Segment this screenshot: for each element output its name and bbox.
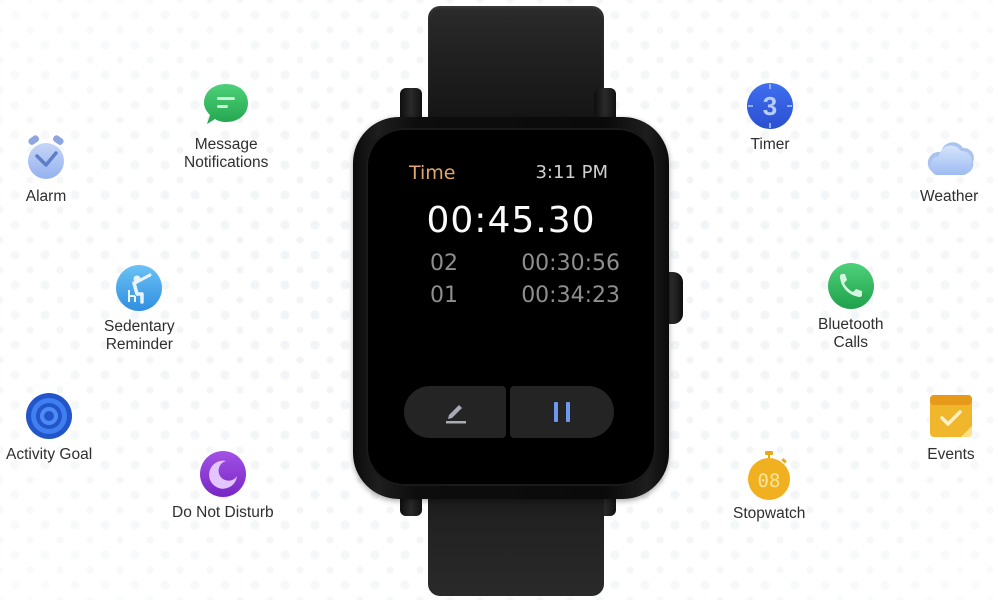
pause-button[interactable] bbox=[510, 386, 614, 438]
watch-screen: Time 3:11 PM 00:45.30 02 00:30:56 01 00:… bbox=[366, 128, 656, 486]
stopwatch-digits: 08 bbox=[758, 470, 781, 492]
feature-label: Timer bbox=[750, 136, 790, 153]
timer-icon: 3 bbox=[746, 82, 794, 130]
lap-row: 02 00:30:56 bbox=[430, 251, 620, 276]
lap-number: 02 bbox=[430, 251, 458, 276]
cloud-icon bbox=[925, 134, 975, 182]
stopwatch-time: 00:45.30 bbox=[426, 200, 596, 241]
lap-time: 00:34:23 bbox=[521, 283, 620, 308]
feature-label: Do Not Disturb bbox=[172, 504, 274, 521]
feature-label: Stopwatch bbox=[733, 505, 806, 522]
feature-label: Bluetooth Calls bbox=[818, 316, 884, 351]
message-bubble-icon bbox=[202, 82, 250, 130]
feature-sedentary-reminder: Sedentary Reminder bbox=[104, 264, 175, 354]
watch-strap-top bbox=[428, 6, 604, 121]
feature-label: Alarm bbox=[25, 188, 67, 205]
feature-stopwatch: 08 Stopwatch bbox=[733, 451, 805, 523]
status-clock: 3:11 PM bbox=[535, 162, 608, 183]
pause-icon bbox=[554, 402, 570, 422]
stopwatch-icon: 08 bbox=[745, 451, 793, 500]
feature-label: Weather bbox=[920, 188, 979, 205]
target-icon bbox=[25, 392, 73, 440]
feature-activity-goal: Activity Goal bbox=[6, 392, 92, 464]
alarm-clock-icon bbox=[22, 134, 70, 182]
app-title: Time bbox=[409, 162, 456, 184]
feature-message-notifications: Message Notifications bbox=[184, 82, 268, 172]
feature-label: Sedentary Reminder bbox=[104, 318, 175, 353]
edit-button[interactable] bbox=[404, 386, 506, 438]
pencil-icon bbox=[446, 405, 466, 424]
feature-label: Events bbox=[927, 446, 975, 463]
feature-label: Message Notifications bbox=[184, 136, 269, 171]
feature-weather: Weather bbox=[920, 134, 978, 206]
calendar-check-icon bbox=[927, 392, 975, 440]
feature-alarm: Alarm bbox=[22, 134, 70, 206]
feature-do-not-disturb: Do Not Disturb bbox=[172, 450, 274, 522]
timer-digit: 3 bbox=[763, 91, 777, 121]
lap-number: 01 bbox=[430, 283, 458, 308]
moon-icon bbox=[199, 450, 247, 498]
feature-label: Activity Goal bbox=[6, 446, 93, 463]
feature-events: Events bbox=[927, 392, 975, 464]
sedentary-person-icon bbox=[115, 264, 163, 312]
phone-icon bbox=[827, 262, 875, 310]
lap-row: 01 00:34:23 bbox=[430, 283, 620, 308]
lap-time: 00:30:56 bbox=[521, 251, 620, 276]
feature-bluetooth-calls: Bluetooth Calls bbox=[818, 262, 884, 352]
feature-timer: 3 Timer bbox=[746, 82, 794, 154]
